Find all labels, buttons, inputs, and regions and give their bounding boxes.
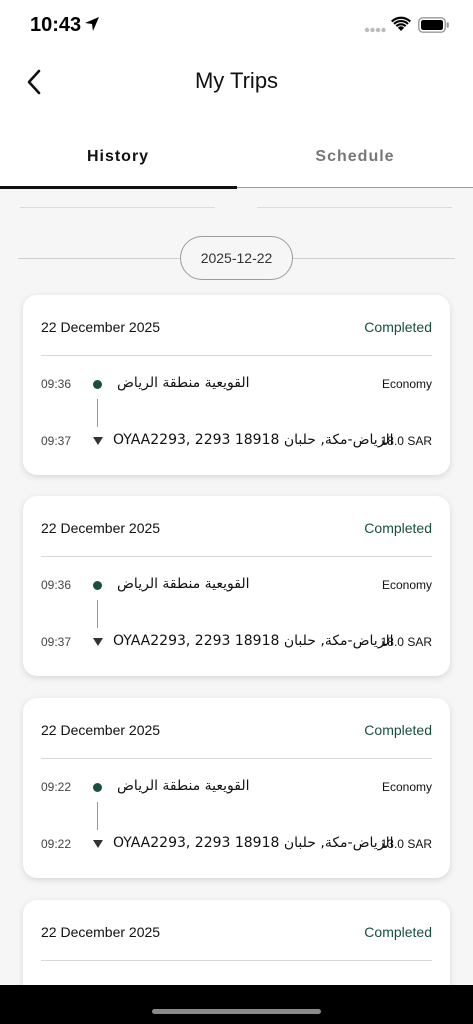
trip-fare: 13.0 SAR [380, 837, 432, 851]
card-separator [41, 355, 432, 356]
pickup-location: القويعية منطقة الرياض [117, 778, 250, 794]
battery-icon [418, 17, 449, 33]
trip-status: Completed [364, 319, 432, 335]
route-line [97, 399, 98, 427]
trip-date: 22 December 2025 [41, 924, 161, 940]
date-divider-line [293, 258, 455, 259]
route-line [97, 802, 98, 830]
dropoff-location: OYAA2293, 2293 18918 الرياض-مكة, حلبان [113, 432, 394, 448]
nav-bar: My Trips [0, 52, 473, 126]
trip-fare: 18.0 SAR [380, 434, 432, 448]
trip-date: 22 December 2025 [41, 319, 161, 335]
route-line [97, 600, 98, 628]
home-indicator[interactable] [152, 1009, 321, 1014]
vehicle-class: Economy [381, 780, 432, 794]
pickup-dot-icon [93, 380, 102, 389]
trip-status: Completed [364, 924, 432, 940]
pickup-time: 09:36 [41, 578, 72, 592]
pickup-dot-icon [93, 581, 102, 590]
tab-history[interactable]: History [0, 126, 236, 188]
pickup-location: القويعية منطقة الرياض [117, 576, 250, 592]
tab-schedule[interactable]: Schedule [237, 126, 473, 188]
dropoff-arrow-icon [93, 840, 103, 848]
dropoff-time: 09:22 [41, 837, 72, 851]
divider [20, 207, 215, 208]
dropoff-location: OYAA2293, 2293 18918 الرياض-مكة, حلبان [113, 835, 394, 851]
home-indicator-area [0, 985, 473, 1024]
dropoff-location: OYAA2293, 2293 18918 الرياض-مكة, حلبان [113, 633, 394, 649]
card-separator [41, 556, 432, 557]
tab-bar: History Schedule [0, 126, 473, 189]
vehicle-class: Economy [381, 377, 432, 391]
card-separator [41, 758, 432, 759]
vehicle-class: Economy [381, 578, 432, 592]
trip-date: 22 December 2025 [41, 722, 161, 738]
status-bar: 10:43 [0, 0, 473, 52]
location-arrow-icon [85, 17, 99, 31]
status-time: 10:43 [30, 14, 82, 36]
pickup-dot-icon [93, 783, 102, 792]
signal-dots-icon [364, 27, 386, 33]
trip-card[interactable]: 22 December 2025 Completed 09:36 القويعي… [23, 295, 450, 475]
dropoff-arrow-icon [93, 437, 103, 445]
wifi-icon [391, 16, 411, 31]
date-divider-line [18, 258, 180, 259]
trip-status: Completed [364, 722, 432, 738]
trip-date: 22 December 2025 [41, 520, 161, 536]
dropoff-time: 09:37 [41, 635, 72, 649]
dropoff-time: 09:37 [41, 434, 72, 448]
trip-card[interactable]: 22 December 2025 Completed 09:22 القويعي… [23, 698, 450, 878]
trip-status: Completed [364, 520, 432, 536]
dropoff-arrow-icon [93, 638, 103, 646]
pickup-time: 09:36 [41, 377, 72, 391]
card-separator [41, 960, 432, 961]
date-group-pill: 2025-12-22 [180, 236, 293, 280]
divider [257, 207, 452, 208]
trip-card[interactable]: 22 December 2025 Completed 09:36 القويعي… [23, 496, 450, 676]
pickup-location: القويعية منطقة الرياض [117, 375, 250, 391]
trip-fare: 18.0 SAR [380, 635, 432, 649]
active-tab-indicator [0, 186, 237, 189]
pickup-time: 09:22 [41, 780, 72, 794]
page-title: My Trips [194, 68, 279, 93]
